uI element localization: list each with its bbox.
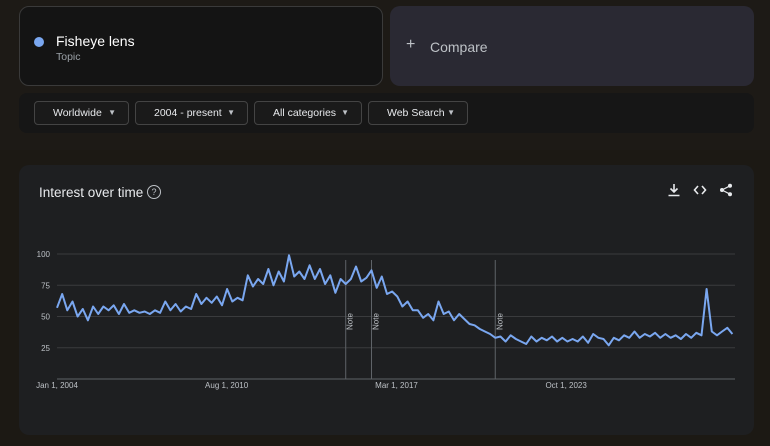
x-tick-label: Mar 1, 2017: [375, 381, 418, 390]
note-label: Note: [495, 313, 504, 330]
y-tick-label: 75: [41, 281, 50, 290]
x-tick-label: Oct 1, 2023: [545, 381, 587, 390]
y-tick-label: 25: [41, 344, 50, 353]
series-line: [56, 254, 734, 347]
note-label: Note: [372, 313, 381, 330]
x-tick-label: Aug 1, 2010: [205, 381, 249, 390]
y-tick-label: 100: [37, 250, 51, 259]
x-tick-label: Jan 1, 2004: [36, 381, 78, 390]
y-tick-label: 50: [41, 313, 50, 322]
interest-line-chart: 25 50 75 100 Jan 1, 2004 Aug 1, 2010 Mar 1, 20…: [36, 250, 735, 390]
note-label: Note: [346, 313, 355, 330]
